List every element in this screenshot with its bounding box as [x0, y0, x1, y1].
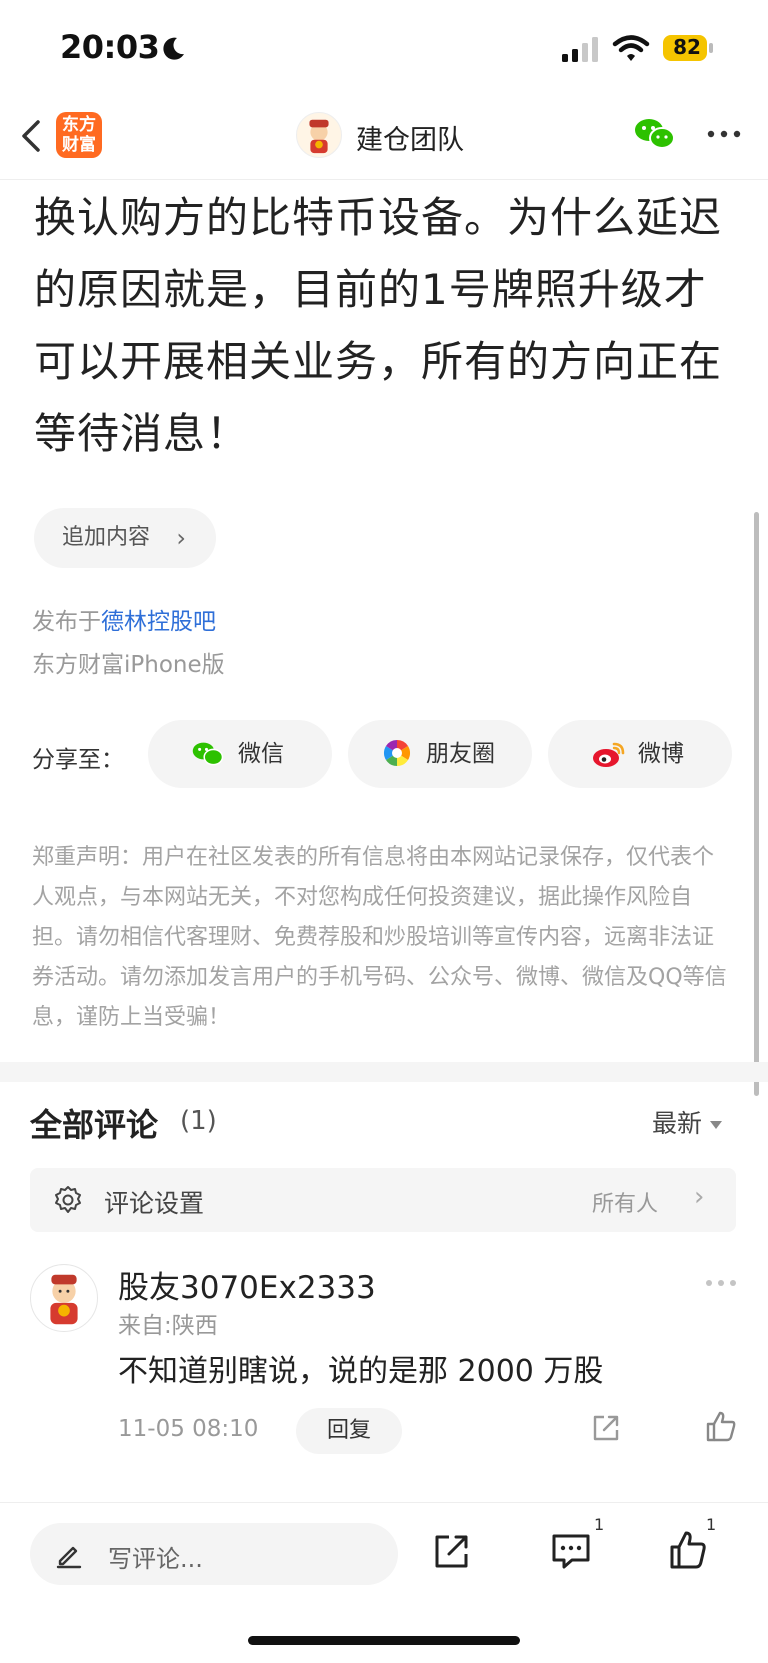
moments-icon [383, 739, 411, 767]
avatar[interactable] [30, 1264, 98, 1332]
logo-text-2: 财富 [62, 135, 96, 155]
device-line: 东方财富iPhone版 [32, 652, 225, 678]
gear-icon [55, 1186, 81, 1213]
comment-item: 股友3070Ex2333 来自:陕西 不知道别瞎说，说的是那 2000 万股 1… [0, 1262, 768, 1454]
comment-settings-value: 所有人 [592, 1192, 659, 1217]
article-body: 换认购方的比特币设备。为什么延迟的原因就是，目前的1号牌照升级才可以开展相关业务… [34, 193, 723, 458]
team-avatar[interactable] [296, 112, 342, 158]
status-bar: 20:03 82 [0, 0, 768, 100]
chevron-right-icon: › [694, 1182, 705, 1212]
avatar-illustration-icon [309, 119, 329, 154]
comment-username[interactable]: 股友3070Ex2333 [118, 1262, 376, 1307]
share-wechat-button[interactable]: 微信 [148, 720, 332, 788]
write-comment-input[interactable]: 写评论... [30, 1523, 398, 1585]
share-moments-button[interactable]: 朋友圈 [348, 720, 532, 788]
thumbs-up-icon[interactable] [668, 1529, 708, 1571]
caret-down-icon [710, 1121, 723, 1129]
share-label: 分享至： [32, 747, 124, 773]
bottom-bar: 写评论... 1 1 [0, 1502, 768, 1663]
share-icon[interactable] [432, 1531, 472, 1571]
share-icon[interactable] [590, 1412, 622, 1444]
comment-count-badge: 1 [594, 1515, 605, 1534]
more-icon[interactable] [704, 1278, 738, 1288]
pen-icon [56, 1546, 82, 1569]
more-icon[interactable] [706, 126, 742, 142]
share-moments-label: 朋友圈 [426, 741, 495, 767]
comment-location: 来自:陕西 [118, 1313, 218, 1339]
append-content-label: 追加内容 [62, 525, 151, 550]
published-prefix: 发布于 [32, 609, 101, 635]
sort-label: 最新 [652, 1109, 703, 1138]
back-icon[interactable] [16, 116, 48, 156]
board-link[interactable]: 德林控股吧 [101, 609, 216, 635]
append-content-button[interactable]: 追加内容 › [34, 508, 216, 568]
chevron-right-icon: › [176, 524, 186, 552]
thumbs-up-icon[interactable] [704, 1410, 738, 1444]
wechat-icon[interactable] [634, 116, 676, 152]
app-logo[interactable]: 东方 财富 [56, 112, 102, 158]
comments-count: (1) [180, 1106, 217, 1136]
signal-icon [562, 37, 598, 62]
battery-level: 82 [673, 35, 701, 59]
like-count-badge: 1 [706, 1515, 717, 1534]
moon-icon [163, 37, 184, 60]
home-indicator[interactable] [248, 1636, 520, 1645]
share-weibo-label: 微博 [638, 741, 684, 767]
nav-bar: 东方 财富 建仓团队 [0, 100, 768, 180]
avatar-illustration-icon [50, 1274, 78, 1325]
scrollbar[interactable] [754, 512, 759, 1096]
team-name[interactable]: 建仓团队 [356, 118, 464, 157]
wifi-icon [612, 35, 650, 61]
comment-icon[interactable] [550, 1531, 592, 1571]
status-time: 20:03 [60, 28, 160, 66]
comment-time: 11-05 08:10 [118, 1416, 259, 1442]
published-line: 发布于德林控股吧 [32, 602, 216, 636]
logo-text-1: 东方 [62, 115, 96, 135]
reply-button[interactable]: 回复 [296, 1408, 402, 1454]
share-wechat-label: 微信 [238, 741, 284, 767]
section-divider [0, 1062, 768, 1082]
weibo-icon [593, 742, 625, 767]
comment-settings-label: 评论设置 [104, 1189, 205, 1218]
comment-text: 不知道别瞎说，说的是那 2000 万股 [118, 1354, 604, 1389]
share-weibo-button[interactable]: 微博 [548, 720, 732, 788]
comment-settings-row[interactable]: 评论设置 所有人 › [30, 1168, 736, 1232]
wechat-icon [192, 742, 224, 766]
disclaimer-text: 郑重声明：用户在社区发表的所有信息将由本网站记录保存，仅代表个人观点，与本网站无… [32, 845, 727, 1030]
comments-title: 全部评论 [30, 1106, 159, 1144]
sort-dropdown[interactable]: 最新 [652, 1104, 723, 1140]
write-comment-placeholder: 写评论... [108, 1545, 203, 1573]
